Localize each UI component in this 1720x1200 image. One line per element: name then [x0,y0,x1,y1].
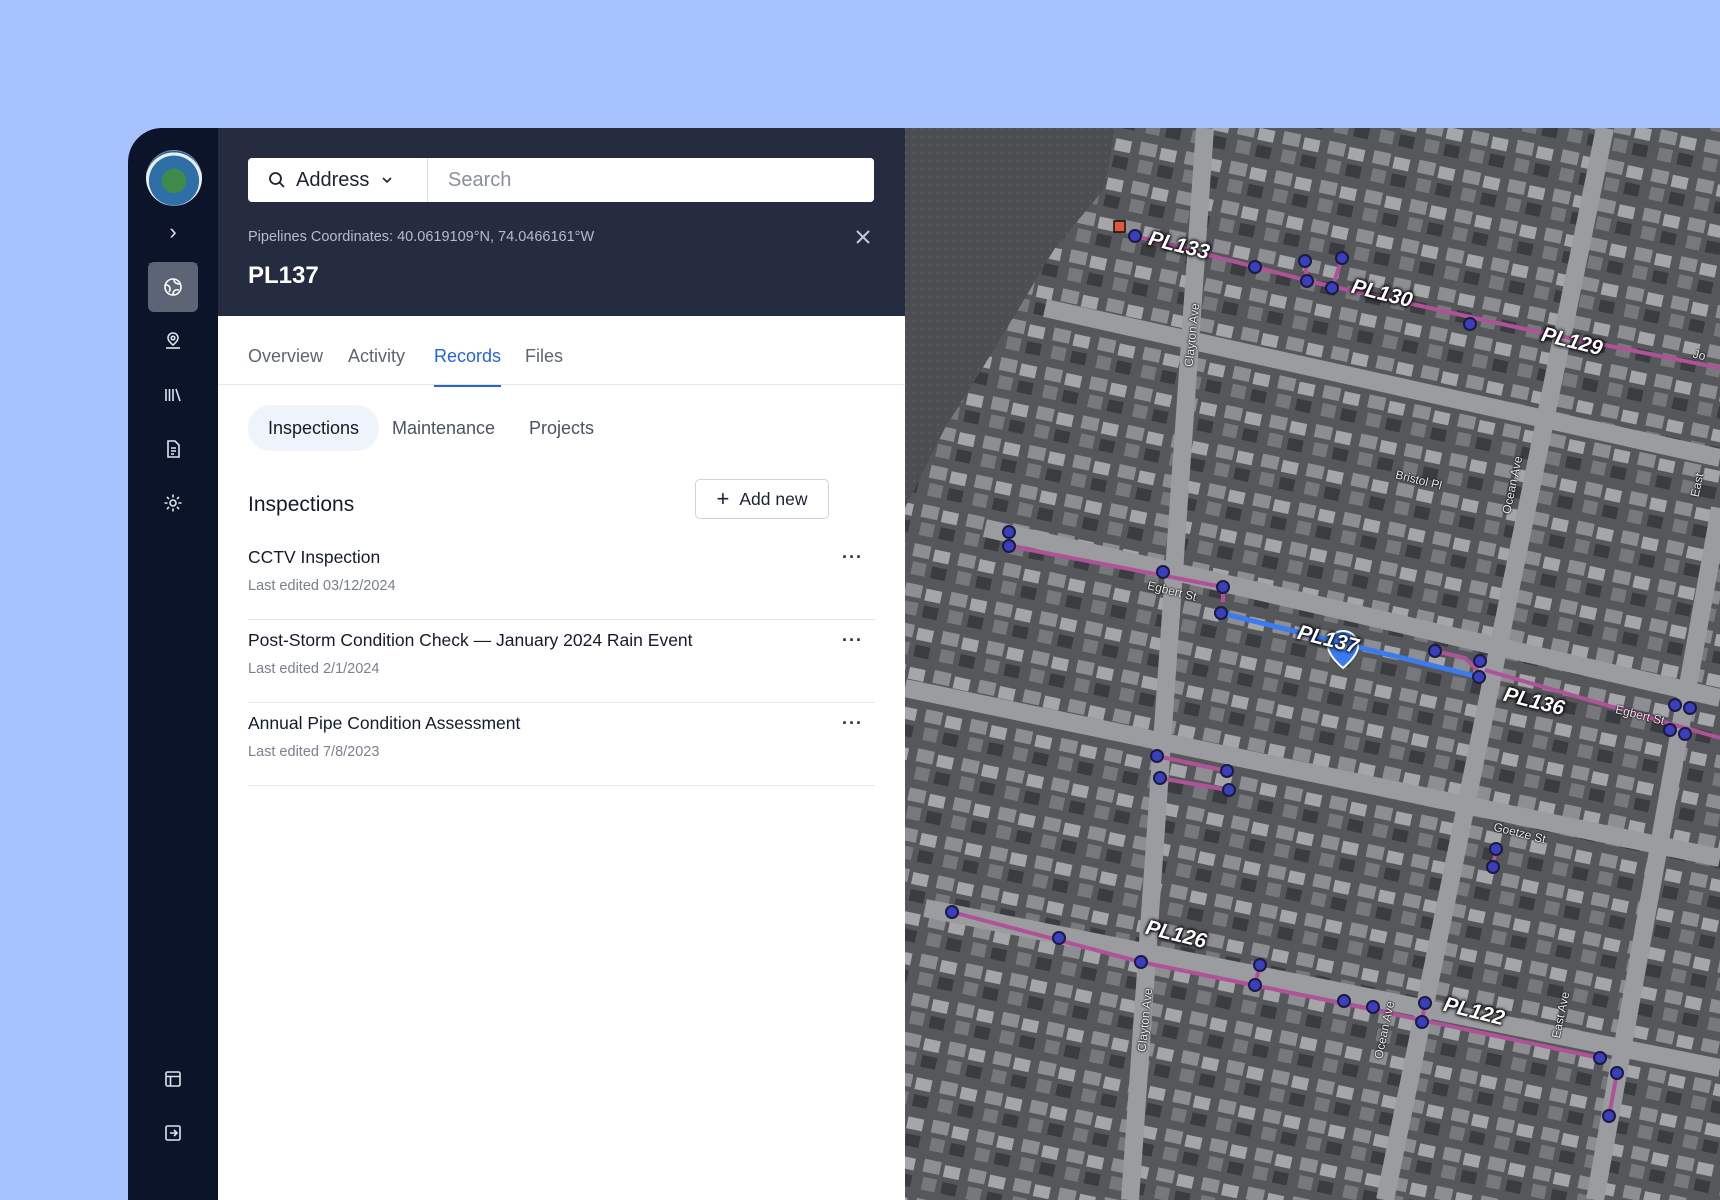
layout-icon [165,1071,181,1087]
tab-activity[interactable]: Activity [348,346,405,385]
gear-icon [164,494,182,512]
subtab-projects[interactable]: Projects [509,405,614,451]
inspections-list: CCTV Inspection Last edited 03/12/2024 ·… [248,537,875,786]
aerial-map [905,128,1720,1200]
search-icon [269,172,285,188]
sidebar-item-library[interactable] [148,370,198,420]
search-input[interactable] [428,158,874,202]
add-new-button[interactable]: + Add new [695,479,829,519]
inspection-title: Annual Pipe Condition Assessment [248,713,521,733]
add-new-label: Add new [739,488,808,509]
inspection-edited: Last edited 7/8/2023 [248,744,380,760]
inspection-edited: Last edited 2/1/2024 [248,661,380,677]
subtab-maintenance[interactable]: Maintenance [372,405,515,451]
more-options-icon[interactable]: ··· [842,547,863,568]
coordinates-text: Pipelines Coordinates: 40.0619109°N, 74.… [248,229,595,245]
sidebar-item-documents[interactable] [148,424,198,474]
library-icon [165,388,181,402]
page-title: PL137 [248,262,319,289]
search-type-label: Address [296,168,370,191]
plus-icon: + [716,486,730,511]
expand-sidebar-icon[interactable]: › [163,221,183,243]
inspection-title: CCTV Inspection [248,547,381,567]
list-item[interactable]: CCTV Inspection Last edited 03/12/2024 ·… [248,537,875,620]
sidebar-item-logout[interactable] [148,1108,198,1158]
sidebar-item-map[interactable] [148,262,198,312]
document-icon [167,440,180,458]
sidebar-item-layout[interactable] [148,1054,198,1104]
user-pin-icon [166,332,180,349]
inspection-title: Post-Storm Condition Check — January 202… [248,630,693,650]
marker-square[interactable] [1113,220,1126,233]
details-panel: Address Pipelines Coordinates: 40.061910… [218,128,905,1200]
more-options-icon[interactable]: ··· [842,630,863,651]
globe-icon [164,278,182,296]
chevron-down-icon [382,177,392,184]
tab-files[interactable]: Files [525,346,563,385]
search-bar: Address [248,158,874,202]
more-options-icon[interactable]: ··· [842,713,863,734]
list-item[interactable]: Annual Pipe Condition Assessment Last ed… [248,703,875,786]
sidebar-item-settings[interactable] [148,478,198,528]
section-header: Inspections + Add new [218,479,905,537]
app-window: › Address Search Pipelines Coordinates: … [128,128,1720,1200]
city-logo [146,150,202,206]
close-icon[interactable] [853,227,873,247]
search-type-dropdown[interactable]: Address [248,158,428,202]
map-view[interactable]: PL133 PL130 PL129 PL137 PL136 PL126 PL12… [905,128,1720,1200]
list-item[interactable]: Post-Storm Condition Check — January 202… [248,620,875,703]
section-title: Inspections [248,493,355,516]
tab-records[interactable]: Records [434,346,502,387]
inspection-edited: Last edited 03/12/2024 [248,578,396,594]
logout-icon [165,1125,181,1141]
subtab-inspections[interactable]: Inspections [248,405,380,451]
tab-bar: Overview Activity Records Files [218,316,905,387]
tab-overview[interactable]: Overview [248,346,323,385]
panel-header: Address Pipelines Coordinates: 40.061910… [218,128,905,316]
subtab-bar: Inspections Maintenance Projects [218,385,905,481]
sidebar-item-locations[interactable] [148,316,198,366]
sidebar: › [128,128,218,1200]
